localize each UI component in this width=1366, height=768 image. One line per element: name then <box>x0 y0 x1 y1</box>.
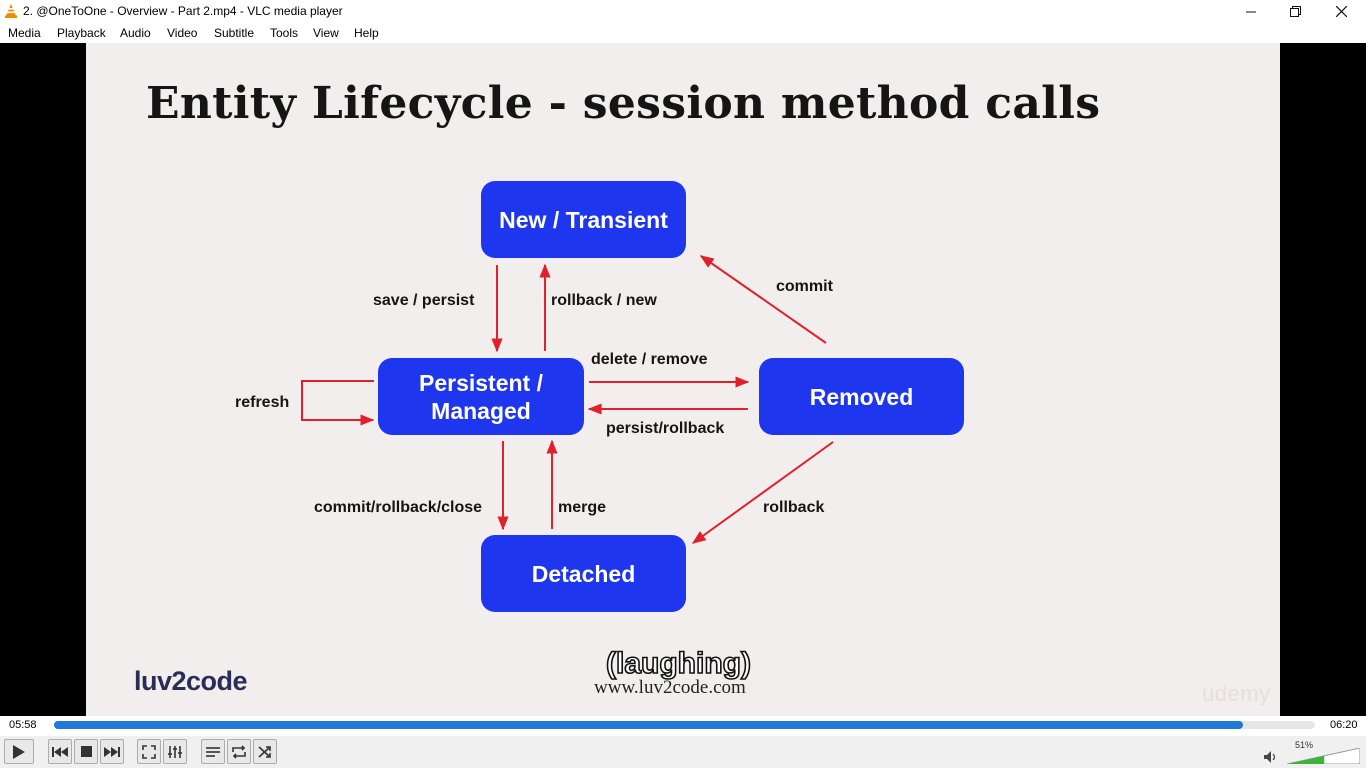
previous-icon <box>52 746 68 757</box>
video-area[interactable]: Entity Lifecycle - session method calls … <box>0 43 1366 716</box>
menu-subtitle[interactable]: Subtitle <box>214 26 254 40</box>
menu-video[interactable]: Video <box>167 26 197 40</box>
subtitle-caption: (laughing) <box>605 646 752 681</box>
volume-slider[interactable] <box>1287 748 1360 764</box>
next-icon <box>104 746 120 757</box>
label-save-persist: save / persist <box>373 292 475 309</box>
shuffle-icon <box>258 745 271 758</box>
arrow-refresh <box>301 380 375 426</box>
shuffle-button[interactable] <box>253 739 277 764</box>
seek-progress <box>54 721 1244 729</box>
close-icon <box>1335 6 1347 17</box>
control-bar: 51% <box>0 736 1366 768</box>
stop-icon <box>80 746 92 757</box>
fullscreen-icon <box>142 744 156 759</box>
extended-settings-button[interactable] <box>163 739 187 764</box>
close-button[interactable] <box>1318 0 1364 23</box>
play-button[interactable] <box>4 739 34 764</box>
loop-icon <box>232 744 246 759</box>
arrow-rollback <box>691 441 834 544</box>
vlc-cone-icon <box>5 4 17 18</box>
label-commit: commit <box>776 278 833 295</box>
menu-view[interactable]: View <box>313 26 339 40</box>
label-refresh: refresh <box>235 394 290 411</box>
menu-media[interactable]: Media <box>8 26 41 40</box>
speaker-icon[interactable] <box>1264 751 1278 763</box>
label-merge: merge <box>558 499 607 516</box>
udemy-watermark: udemy <box>1202 681 1271 706</box>
time-elapsed: 05:58 <box>9 719 37 731</box>
title-bar: 2. @OneToOne - Overview - Part 2.mp4 - V… <box>0 0 1366 23</box>
label-commit-rollback-close: commit/rollback/close <box>314 499 483 516</box>
time-total[interactable]: 06:20 <box>1330 719 1358 731</box>
restore-button[interactable] <box>1272 0 1318 23</box>
play-icon <box>13 744 25 759</box>
menu-audio[interactable]: Audio <box>120 26 151 40</box>
playlist-icon <box>206 746 220 757</box>
fullscreen-button[interactable] <box>137 739 161 764</box>
menu-tools[interactable]: Tools <box>270 26 298 40</box>
minimize-button[interactable] <box>1228 0 1274 23</box>
equalizer-icon <box>168 745 182 758</box>
previous-button[interactable] <box>48 739 72 764</box>
label-rollback-new: rollback / new <box>551 292 657 309</box>
window-title: 2. @OneToOne - Overview - Part 2.mp4 - V… <box>23 4 343 18</box>
playlist-button[interactable] <box>201 739 225 764</box>
arrow-commit <box>699 255 827 344</box>
transition-arrows <box>301 255 834 544</box>
state-removed: Removed <box>759 358 964 435</box>
slide: Entity Lifecycle - session method calls … <box>86 43 1280 716</box>
menu-bar: Media Playback Audio Video Subtitle Tool… <box>0 23 1366 43</box>
restore-icon <box>1289 6 1301 17</box>
label-persist-rollback: persist/rollback <box>606 420 725 437</box>
state-persistent-managed: Persistent / Managed <box>378 358 584 435</box>
state-new-transient: New / Transient <box>481 181 686 258</box>
next-button[interactable] <box>100 739 124 764</box>
menu-help[interactable]: Help <box>354 26 379 40</box>
state-detached: Detached <box>481 535 686 612</box>
seek-slider[interactable] <box>54 721 1315 729</box>
loop-button[interactable] <box>227 739 251 764</box>
label-delete-remove: delete / remove <box>591 351 708 368</box>
menu-playback[interactable]: Playback <box>57 26 106 40</box>
stop-button[interactable] <box>74 739 98 764</box>
seekbar-row: 05:58 06:20 <box>0 716 1366 736</box>
minimize-icon <box>1246 11 1256 12</box>
luv2code-logo: luv2code <box>134 666 248 696</box>
label-rollback: rollback <box>763 499 825 516</box>
